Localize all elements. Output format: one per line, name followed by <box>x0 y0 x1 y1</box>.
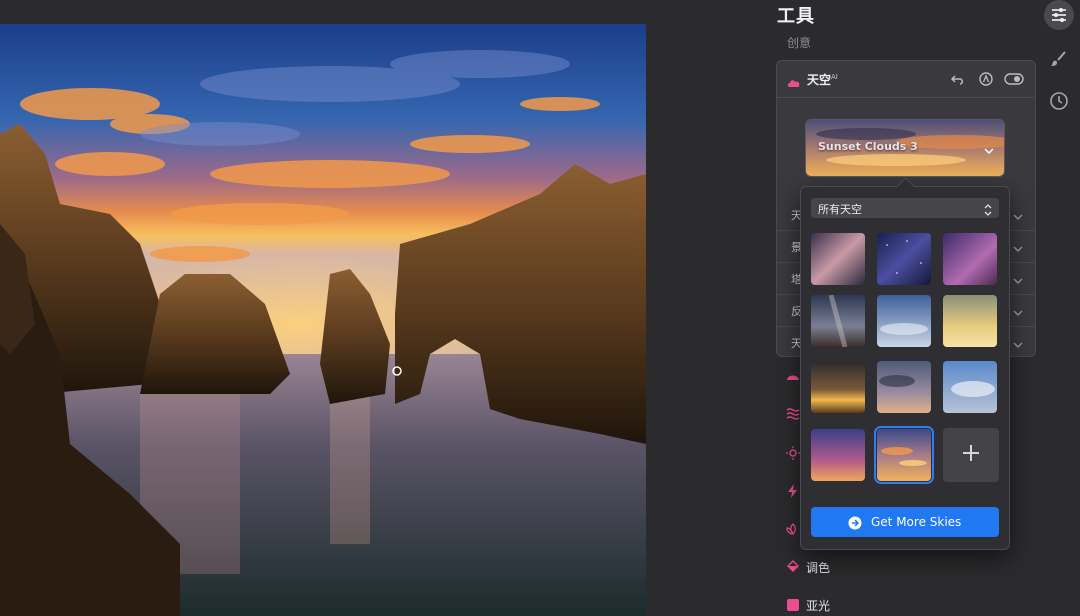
sky-thumbnail[interactable] <box>811 295 865 347</box>
sky-thumbnail[interactable] <box>877 361 931 413</box>
cloud-icon <box>787 73 801 92</box>
arrow-circle-icon <box>848 515 862 530</box>
sky-preset-dropdown[interactable]: Sunset Clouds 3 <box>805 119 1005 177</box>
sky-thumbnail[interactable] <box>811 361 865 413</box>
visibility-toggle-icon[interactable] <box>1003 70 1025 88</box>
plus-icon <box>961 443 981 467</box>
tool-item-matte[interactable]: 亚光 <box>786 594 1006 616</box>
photo-canvas[interactable] <box>0 24 646 616</box>
chevron-down-icon <box>984 141 994 160</box>
get-more-skies-button[interactable]: Get More Skies <box>811 507 999 537</box>
paint-bucket-icon <box>786 559 802 575</box>
sky-thumbnail[interactable] <box>877 233 931 285</box>
chevron-down-icon <box>1013 207 1023 226</box>
section-label: 创意 <box>787 36 812 50</box>
tool-item-color-grading[interactable]: 调色 <box>786 556 1006 578</box>
undo-icon[interactable] <box>949 70 967 88</box>
tools-panel: 工具 创意 天空AI 天 景 塔 反 天 调色 亚光 Sunset Clouds… <box>646 0 1080 616</box>
sky-thumbnail[interactable] <box>943 361 997 413</box>
sky-thumbnail[interactable] <box>877 295 931 347</box>
history-icon[interactable] <box>1044 86 1074 116</box>
chevron-down-icon <box>1013 303 1023 322</box>
sky-thumbnail[interactable] <box>943 233 997 285</box>
sky-category-select[interactable]: 所有天空 <box>811 198 999 218</box>
ai-icon[interactable] <box>977 70 995 88</box>
chevron-down-icon <box>1013 271 1023 290</box>
chevron-down-icon <box>1013 239 1023 258</box>
add-sky-button[interactable] <box>943 428 999 482</box>
sky-picker-popover: 所有天空 Get More Skies <box>800 177 1010 550</box>
photo-image <box>0 24 646 616</box>
panel-title: 工具 <box>777 6 815 27</box>
sky-preset-label: Sunset Clouds 3 <box>818 140 918 153</box>
sky-thumbnail[interactable] <box>811 233 865 285</box>
sky-tool-title: 天空AI <box>807 73 838 87</box>
square-swatch-icon <box>786 597 802 613</box>
updown-chevron-icon <box>983 201 993 220</box>
brush-icon[interactable] <box>1044 44 1074 74</box>
sky-tool-header[interactable]: 天空AI <box>777 61 1035 98</box>
sliders-icon[interactable] <box>1044 0 1074 30</box>
chevron-down-icon <box>1013 335 1023 354</box>
sky-thumbnail[interactable] <box>811 429 865 481</box>
sky-thumbnail[interactable] <box>943 295 997 347</box>
sky-thumbnail-selected[interactable] <box>874 426 934 484</box>
